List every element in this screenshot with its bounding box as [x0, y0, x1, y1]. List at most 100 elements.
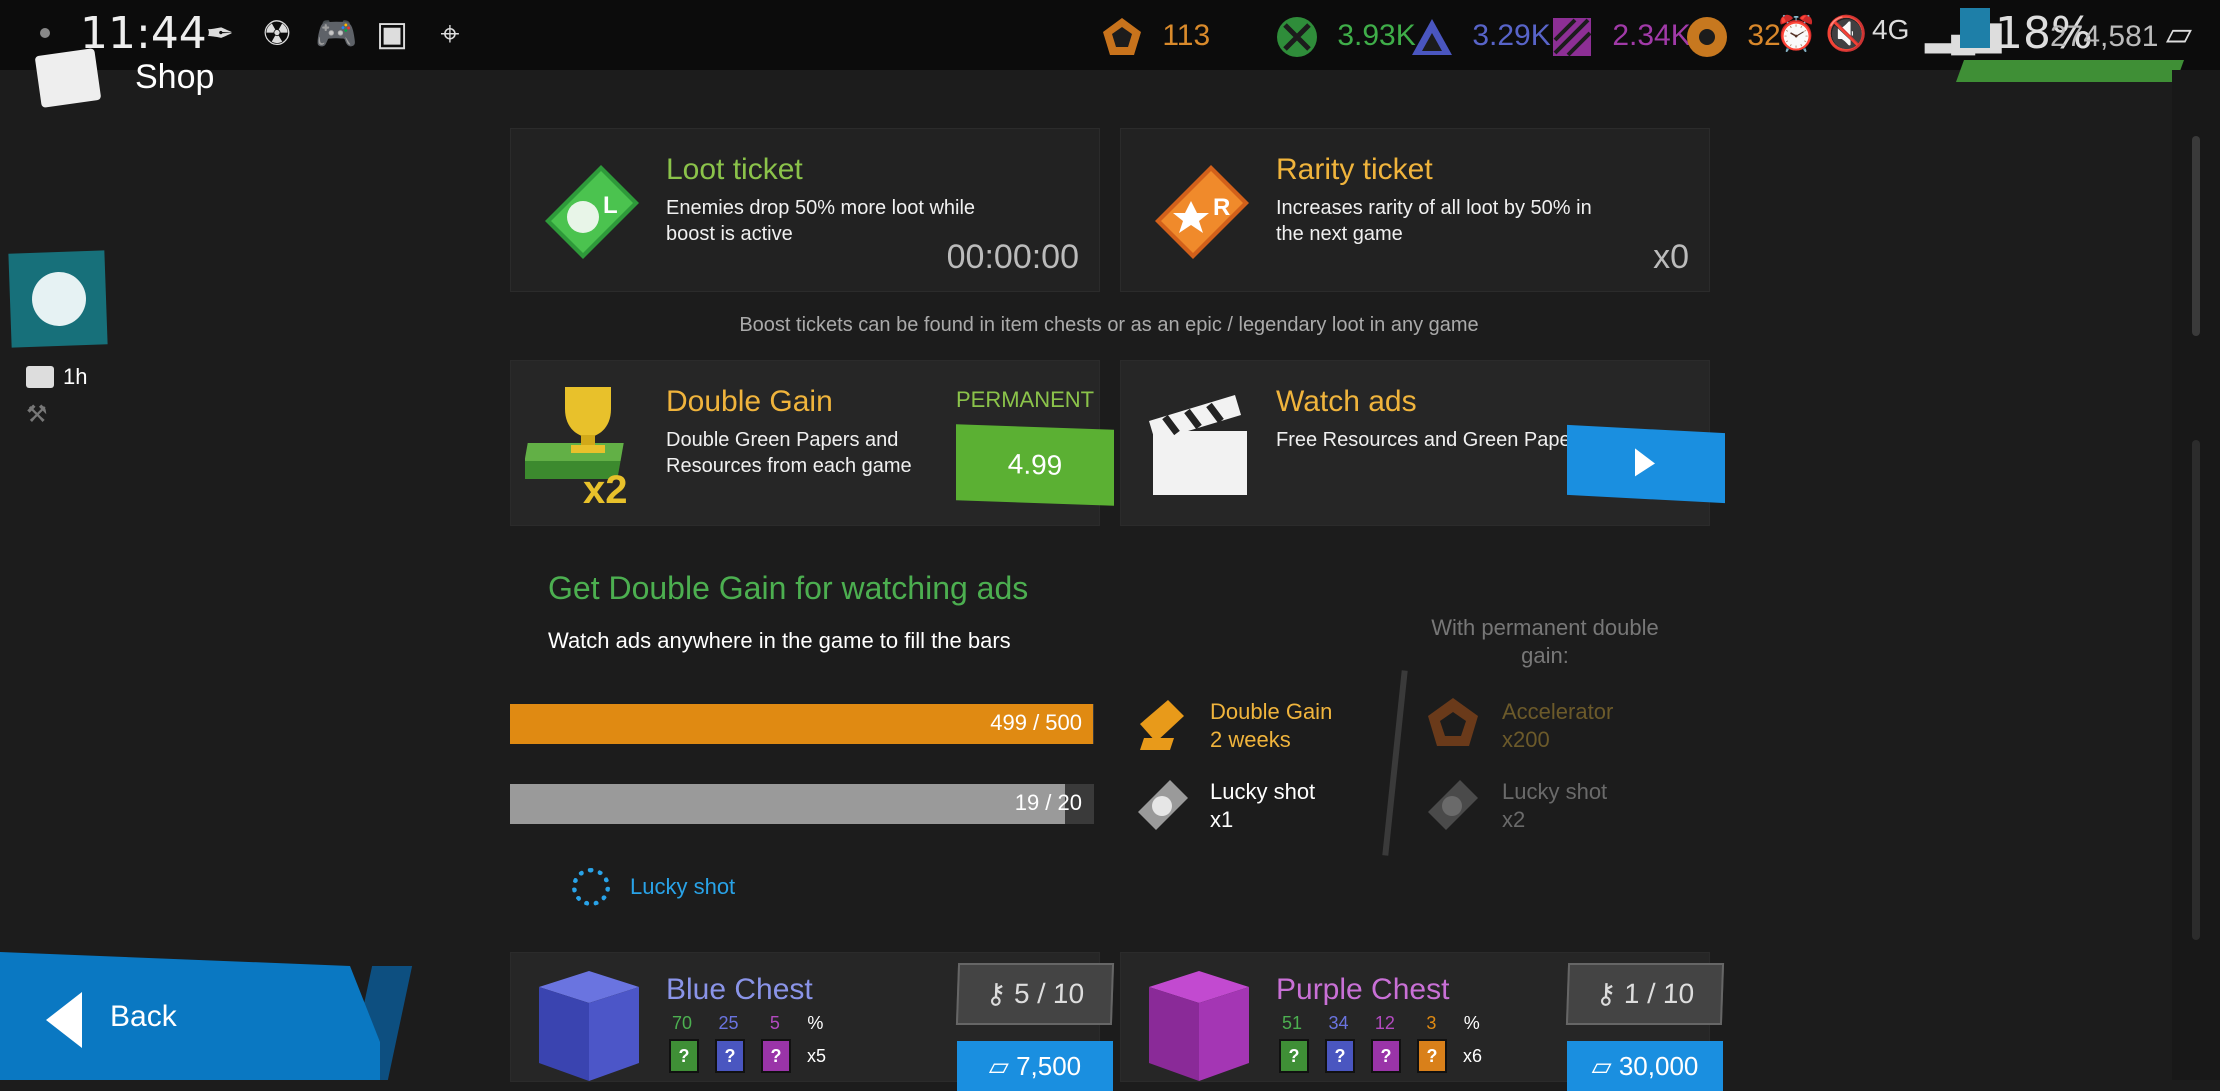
orange-rarity-box: ? — [1417, 1039, 1447, 1073]
key-icon: ⚷ — [985, 978, 1015, 1009]
double-gain-desc: Double Green Papers and Resources from e… — [666, 427, 912, 479]
scrollbar-thumb[interactable] — [2192, 136, 2200, 336]
resource-purple: 2.34K — [1550, 14, 1691, 58]
reward-amount: x200 — [1502, 727, 1550, 752]
papers-bar — [1955, 60, 2185, 82]
papers-icon: ▱ — [988, 1051, 1017, 1081]
reward-name: Lucky shot — [1210, 779, 1316, 804]
x2-badge: x2 — [583, 468, 628, 509]
purple-resource-icon — [1553, 18, 1592, 57]
blue-chest-panel: Blue Chest 70 25 5 % ??? x5 ⚷ 5 / 10 ▱ 7,… — [510, 952, 1115, 1091]
watch-ad-button[interactable] — [1567, 424, 1725, 504]
buy-purple-chest-button[interactable]: ▱ 30,000 — [1567, 1041, 1723, 1091]
purple-chest-keys-button[interactable]: ⚷ 1 / 10 — [1565, 963, 1725, 1025]
blue-chest-icon — [539, 971, 639, 1081]
notification-dot — [40, 28, 50, 38]
signal-icon: ▂▄▆ — [1925, 14, 2001, 54]
purple-chest-icon — [1149, 971, 1249, 1081]
play-icon — [1635, 448, 1655, 478]
plus-icon — [1960, 8, 1990, 48]
lucky-shot-reward-icon — [1138, 780, 1188, 830]
desc-line: Increases rarity of all loot by 50% in — [1276, 197, 1592, 219]
watch-ads-desc: Free Resources and Green Papers — [1276, 429, 1588, 451]
clan-button[interactable] — [8, 250, 108, 348]
rarity-ticket-title: Rarity ticket — [1276, 153, 1433, 186]
progress-label: 19 / 20 — [1014, 790, 1082, 815]
location-icon: ⌖ — [440, 15, 460, 53]
papers-icon: ▱ — [1591, 1051, 1619, 1081]
resource-pentagon: 113 — [1100, 14, 1210, 58]
watch-ads-title: Watch ads — [1276, 385, 1417, 418]
watch-ads-panel: Watch ads Free Resources and Green Paper… — [1120, 360, 1725, 526]
resource-blue: 3.29K — [1410, 14, 1551, 58]
accelerator-icon — [1428, 698, 1478, 746]
double-gain-panel: x2 Double Gain Double Green Papers and R… — [510, 360, 1114, 526]
percent-sign: % — [1463, 1013, 1480, 1033]
purple-chest-title: Purple Chest — [1276, 973, 1450, 1006]
boost-note: Boost tickets can be found in item chest… — [739, 314, 1479, 336]
chest-timer-icon — [26, 366, 54, 388]
scrollbar-track-lower — [2192, 440, 2200, 940]
fist-icon — [31, 271, 87, 327]
odds-orange: 3 — [1426, 1013, 1437, 1033]
perm-reward-lucky-shot: Lucky shot x2 — [1502, 778, 1607, 834]
double-gain-progress-bar: 499 / 500 — [510, 704, 1094, 744]
resource-value: 3.29K — [1472, 19, 1551, 52]
buy-blue-chest-button[interactable]: ▱ 7,500 — [957, 1041, 1113, 1091]
trophy-money-icon: x2 — [525, 387, 628, 509]
permanent-tag: PERMANENT — [956, 387, 1095, 412]
desc-line: Enemies drop 50% more loot while — [666, 197, 976, 219]
back-label: Back — [110, 1000, 177, 1033]
resource-green: 3.93K — [1275, 14, 1416, 58]
rarity-ticket-desc: Increases rarity of all loot by 50% in t… — [1276, 195, 1592, 247]
chest-multiplier: x6 — [1463, 1046, 1483, 1066]
odds-blue: 25 — [718, 1013, 739, 1033]
orange-resource-icon — [1687, 17, 1727, 58]
odds-purple: 5 — [769, 1013, 780, 1033]
rarity-ticket-panel: R Rarity ticket Increases rarity of all … — [1120, 128, 1710, 292]
double-gain-title: Double Gain — [666, 385, 833, 418]
loot-ticket-panel: L Loot ticket Enemies drop 50% more loot… — [510, 128, 1100, 292]
odds-green: 70 — [671, 1013, 693, 1033]
reward-amount: x1 — [1210, 807, 1234, 832]
double-gain-reward-icon — [1140, 700, 1184, 750]
reward-amount: 2 weeks — [1210, 727, 1291, 752]
blue-resource-icon — [1412, 19, 1452, 56]
shop-icon — [34, 48, 102, 108]
odds-blue: 34 — [1328, 1013, 1349, 1033]
desc-line: Double Green Papers and — [666, 429, 899, 451]
rarity-ticket-icon: R — [1155, 165, 1249, 259]
blue-chest-title: Blue Chest — [666, 973, 813, 1006]
loot-ticket-timer: 00:00:00 — [946, 238, 1079, 276]
blue-rarity-box: ? — [715, 1039, 745, 1073]
alarm-icon: ⏰ — [1775, 15, 1818, 53]
odds-green: 51 — [1281, 1013, 1303, 1033]
chest-price: 30,000 — [1618, 1051, 1699, 1081]
blue-chest-rarities: ??? x5 — [669, 1039, 826, 1073]
ticket-badge: L — [603, 192, 618, 219]
page-title: Shop — [135, 58, 215, 96]
image-icon: ▣ — [375, 15, 409, 53]
loot-ticket-title: Loot ticket — [666, 153, 803, 186]
permanent-note: With permanent double gain: — [1431, 615, 1659, 668]
papers-icon: ▱ — [2165, 15, 2193, 53]
reward-amount: x2 — [1502, 807, 1526, 832]
back-button[interactable]: Back — [0, 952, 380, 1080]
purple-chest-panel: Purple Chest 51 34 12 3 % ???? x6 ⚷ 1 / 1… — [1120, 952, 1725, 1091]
status-bar: 11:44 ✒ ☢ 🎮 ▣ ⌖ 113 3.93K 3.29K 2.34K 32… — [0, 0, 2220, 82]
lucky-shot-perm-icon — [1428, 780, 1478, 830]
blue-chest-keys-button[interactable]: ⚷ 5 / 10 — [955, 963, 1115, 1025]
loot-ticket-icon: L — [545, 165, 639, 259]
rarity-ticket-count: x0 — [1653, 238, 1689, 276]
radiation-icon: ☢ — [261, 15, 293, 53]
ads-section-subtitle: Watch ads anywhere in the game to fill t… — [548, 628, 1011, 653]
progress-label: 499 / 500 — [990, 710, 1082, 735]
purple-chest-rarities: ???? x6 — [1279, 1039, 1482, 1073]
chest-price: 7,500 — [1016, 1051, 1082, 1081]
purple-rarity-box: ? — [761, 1039, 791, 1073]
chest-multiplier: x5 — [807, 1046, 827, 1066]
resource-value: 3.93K — [1337, 19, 1416, 52]
buy-double-gain-button[interactable]: 4.99 — [956, 424, 1114, 506]
blue-rarity-box: ? — [1325, 1039, 1355, 1073]
lucky-shot-link[interactable]: Lucky shot — [630, 874, 735, 900]
